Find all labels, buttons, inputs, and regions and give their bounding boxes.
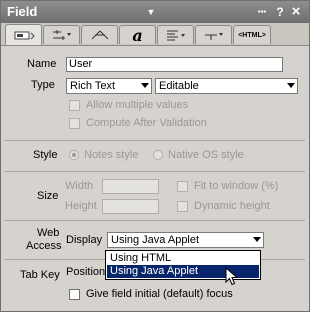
web-access-label-line1: Web — [37, 227, 60, 239]
font-icon: a — [132, 25, 143, 45]
size-label: Size — [37, 190, 59, 202]
native-os-radio[interactable] — [153, 150, 163, 160]
type-select-value: Rich Text — [70, 80, 116, 92]
more-options-icon[interactable]: ▪▪▪ — [254, 4, 270, 20]
tab-control[interactable] — [43, 25, 80, 44]
native-os-label: Native OS style — [168, 149, 244, 161]
chevron-down-icon[interactable]: ▼ — [144, 5, 158, 19]
tab-field-basics[interactable] — [5, 24, 42, 45]
paragraph-alignment-icon — [166, 30, 185, 41]
display-label: Display — [66, 234, 103, 246]
advanced-icon — [91, 30, 108, 40]
dynamic-height-label: Dynamic height — [194, 200, 270, 212]
tab-paragraph[interactable] — [157, 25, 194, 44]
fit-window-checkbox[interactable] — [177, 181, 188, 192]
allow-multiple-label: Allow multiple values — [86, 99, 189, 111]
give-focus-label: Give field initial (default) focus — [86, 288, 233, 300]
compute-after-checkbox[interactable] — [69, 118, 80, 129]
height-label: Height — [65, 200, 97, 212]
html-icon: <HTML> — [238, 31, 266, 39]
style-section: Style Notes style Native OS style — [4, 141, 305, 172]
notes-style-label: Notes style — [84, 149, 139, 161]
tab-html[interactable]: <HTML> — [233, 25, 271, 44]
give-focus-checkbox[interactable] — [69, 289, 80, 300]
control-options-icon — [52, 30, 71, 40]
option-using-html[interactable]: Using HTML — [107, 252, 259, 265]
name-label: Name — [27, 58, 57, 70]
display-select[interactable]: Using Java Applet — [107, 232, 264, 248]
chevron-down-icon — [287, 83, 295, 88]
help-icon[interactable]: ? — [274, 4, 286, 20]
type-select[interactable]: Rich Text — [66, 78, 152, 94]
position-label: Position — [66, 266, 106, 278]
tab-advanced[interactable] — [81, 25, 118, 44]
web-access-label-line2: Access — [26, 240, 62, 252]
width-input[interactable] — [102, 179, 159, 194]
field-basics-icon — [14, 31, 35, 40]
tab-hide-when[interactable] — [195, 25, 232, 44]
chevron-down-icon — [141, 83, 149, 88]
style-label: Style — [33, 149, 58, 161]
type-label: Type — [31, 79, 55, 91]
notes-style-radio[interactable] — [69, 150, 79, 160]
hide-when-icon — [204, 33, 223, 40]
size-section: Size Width Height Fit to window (%) Dyna… — [4, 172, 305, 221]
field-properties-window: Field ▼ ▪▪▪ ? × a <HTML> Name User Type … — [0, 0, 310, 312]
tab-font[interactable]: a — [119, 25, 156, 45]
allow-multiple-checkbox[interactable] — [69, 100, 80, 111]
width-label: Width — [65, 180, 94, 192]
type-mode-select[interactable]: Editable — [155, 78, 298, 94]
type-mode-select-value: Editable — [159, 80, 199, 92]
chevron-down-icon — [253, 237, 261, 242]
fit-window-label: Fit to window (%) — [194, 180, 279, 192]
mouse-pointer-icon — [225, 267, 239, 286]
name-input[interactable]: User — [66, 57, 283, 72]
window-title: Field — [7, 4, 38, 19]
display-select-value: Using Java Applet — [111, 234, 200, 246]
tab-bar: a <HTML> — [1, 23, 309, 46]
basics-section: Name User Type Rich Text Editable Allow … — [4, 46, 305, 141]
compute-after-label: Compute After Validation — [86, 117, 207, 129]
dynamic-height-checkbox[interactable] — [177, 201, 188, 212]
title-bar[interactable]: Field ▼ ▪▪▪ ? × — [1, 1, 309, 23]
tab-key-label: Tab Key — [20, 269, 60, 281]
height-input[interactable] — [102, 199, 159, 214]
close-icon[interactable]: × — [289, 4, 303, 20]
